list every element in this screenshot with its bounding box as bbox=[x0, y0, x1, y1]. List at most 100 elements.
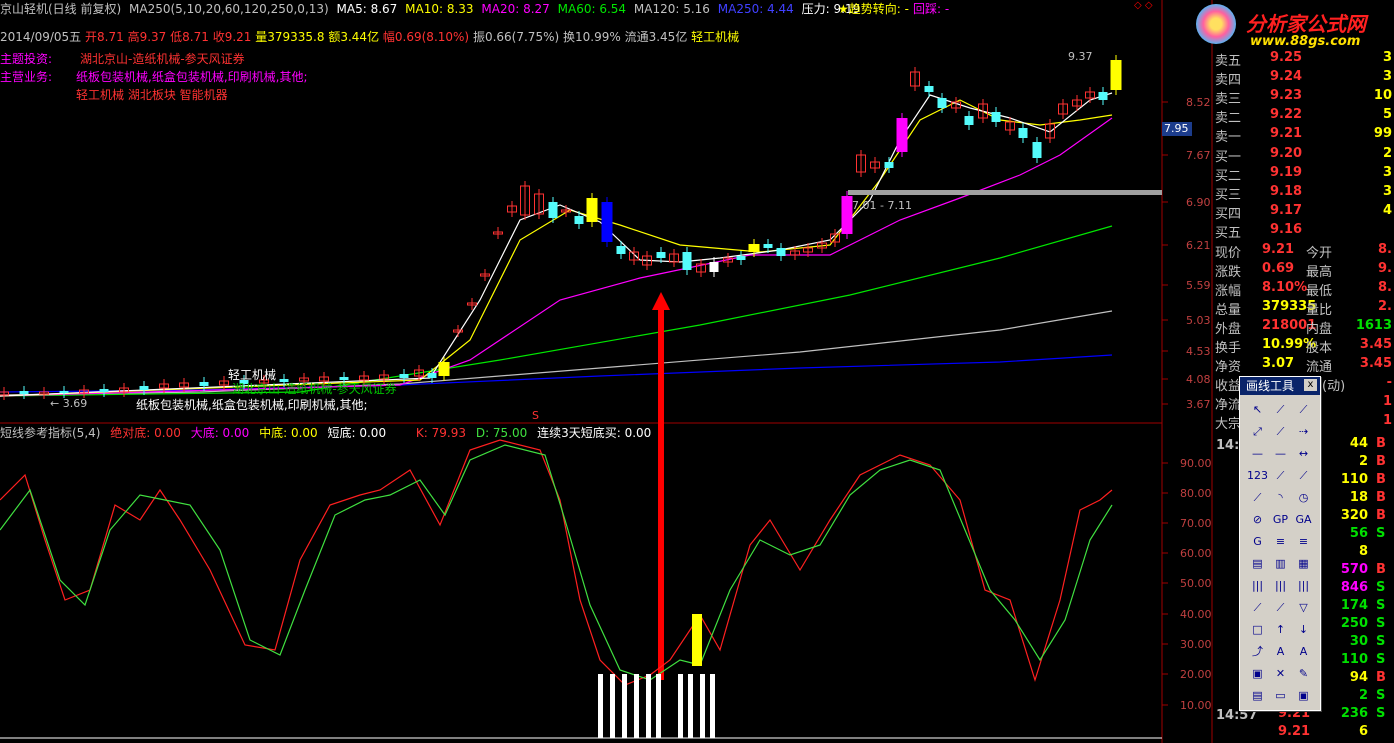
annot-theme: 湖北京山-造纸机械-参天风证券 bbox=[232, 382, 397, 396]
order-book-row[interactable]: 卖二 9.22 5 bbox=[1214, 107, 1394, 126]
order-book-row[interactable]: 卖一 9.21 99 bbox=[1214, 126, 1394, 145]
stats-label: 涨跌 bbox=[1215, 265, 1242, 280]
drawing-tool-button[interactable]: GP bbox=[1269, 509, 1292, 531]
order-book-row[interactable]: 买五 9.16 bbox=[1214, 222, 1394, 241]
ma5-value: MA5: 8.67 bbox=[336, 2, 398, 16]
drawing-tool-button[interactable]: ↔ bbox=[1292, 443, 1315, 465]
candle-body bbox=[1110, 60, 1122, 90]
drawing-tool-button[interactable]: ⟋ bbox=[1269, 399, 1292, 421]
drawing-tool-button[interactable]: ↖ bbox=[1246, 399, 1269, 421]
info-high: 高9.37 bbox=[127, 30, 167, 44]
drawing-tool-button[interactable]: ≡ bbox=[1269, 531, 1292, 553]
price-axis-ticks bbox=[1162, 101, 1168, 706]
drawing-tool-button[interactable]: — bbox=[1269, 443, 1292, 465]
tick-volume: 30 bbox=[1349, 634, 1368, 649]
annot-business: 纸板包装机械,纸盒包装机械,印刷机械,其他; bbox=[136, 398, 368, 412]
order-book-row[interactable]: 买四 9.17 4 bbox=[1214, 203, 1394, 222]
ma250-line bbox=[0, 354, 1113, 393]
drawing-tool-button[interactable]: □ bbox=[1246, 619, 1269, 641]
drawing-tool-button[interactable]: ⟋ bbox=[1269, 465, 1292, 487]
drawing-tool-button[interactable]: ▤ bbox=[1246, 685, 1269, 707]
order-book-row[interactable]: 买一 9.20 2 bbox=[1214, 146, 1394, 165]
order-volume: 3 bbox=[1382, 184, 1392, 199]
drawing-tool-button[interactable]: ▽ bbox=[1292, 597, 1315, 619]
drawing-tool-button[interactable]: ||| bbox=[1246, 575, 1269, 597]
price-axis-label: 5.03 bbox=[1186, 314, 1211, 327]
range-label: 7.01 - 7.11 bbox=[852, 199, 912, 212]
ma10-value: MA10: 8.33 bbox=[405, 2, 474, 16]
low-label: ← 3.69 bbox=[50, 397, 88, 410]
drawing-tool-button[interactable]: A bbox=[1292, 641, 1315, 663]
order-price: 9.24 bbox=[1270, 69, 1303, 84]
drawing-tool-button[interactable]: ↑ bbox=[1269, 619, 1292, 641]
price-axis-label: 6.90 bbox=[1186, 196, 1211, 209]
info-turnover: 换10.99% bbox=[563, 30, 621, 44]
drawing-tool-button[interactable]: ▣ bbox=[1292, 685, 1315, 707]
drawing-tool-button[interactable]: ||| bbox=[1269, 575, 1292, 597]
candle-body bbox=[574, 216, 584, 224]
order-book-row[interactable]: 买三 9.18 3 bbox=[1214, 184, 1394, 203]
stats-label: 最低 bbox=[1306, 284, 1333, 299]
drawing-tool-button[interactable]: ◷ bbox=[1292, 487, 1315, 509]
drawing-tool-button[interactable]: ▥ bbox=[1269, 553, 1292, 575]
tick-side: B bbox=[1376, 436, 1386, 451]
drawing-tool-button[interactable]: ⟋ bbox=[1292, 399, 1315, 421]
drawing-tool-button[interactable]: ⊘ bbox=[1246, 509, 1269, 531]
chart-canvas[interactable] bbox=[0, 0, 1394, 743]
drawing-tool-button[interactable]: 123 bbox=[1246, 465, 1269, 487]
drawing-tool-button[interactable]: ⤴ bbox=[1246, 641, 1269, 663]
ma10-line bbox=[0, 99, 1113, 397]
tick-side: B bbox=[1376, 490, 1386, 505]
drawing-tool-button[interactable]: ▤ bbox=[1246, 553, 1269, 575]
indicator-axis-label: 60.00 bbox=[1180, 547, 1212, 560]
order-book-row[interactable]: 卖四 9.24 3 bbox=[1214, 69, 1394, 88]
info-amount: 额3.44亿 bbox=[328, 30, 380, 44]
stock-title: 京山轻机(日线 前复权) bbox=[0, 2, 122, 16]
tick-side: S bbox=[1376, 652, 1386, 667]
stats-value: - bbox=[1386, 375, 1392, 390]
drawing-tool-button[interactable]: ⟋ bbox=[1269, 421, 1292, 443]
drawing-tool-button[interactable]: ▦ bbox=[1292, 553, 1315, 575]
stats-label: 股本 bbox=[1306, 341, 1333, 356]
drawing-tool-button[interactable]: ▭ bbox=[1269, 685, 1292, 707]
stats-value: 2. bbox=[1378, 299, 1392, 314]
order-book-row[interactable]: 买二 9.19 3 bbox=[1214, 165, 1394, 184]
drawing-tool-button[interactable]: ⤢ bbox=[1246, 421, 1269, 443]
order-label: 卖五 bbox=[1215, 54, 1242, 69]
tick-side: B bbox=[1376, 472, 1386, 487]
candle-body bbox=[601, 202, 613, 242]
drawing-tool-button[interactable]: G bbox=[1246, 531, 1269, 553]
candles bbox=[0, 55, 1122, 400]
drawing-tool-button[interactable]: — bbox=[1246, 443, 1269, 465]
drawing-tool-button[interactable]: ⇢ bbox=[1292, 421, 1315, 443]
drawing-toolbox[interactable]: 画线工具 x ↖ ⟋ ⟋⤢ ⟋ ⇢— — ↔123 ⟋ ⟋⟋ ◝ ◷⊘ GP GAG ≡ ≡▤ ▥ ▦||| ||… bbox=[1239, 376, 1321, 711]
drawing-tool-button[interactable]: ✕ bbox=[1269, 663, 1292, 685]
order-book-row[interactable]: 卖五 9.25 3 bbox=[1214, 50, 1394, 69]
order-volume: 3 bbox=[1382, 69, 1392, 84]
drawing-tool-button[interactable]: ⟋ bbox=[1246, 487, 1269, 509]
drawing-tool-button[interactable]: ↓ bbox=[1292, 619, 1315, 641]
drawing-tool-button[interactable]: ⟋ bbox=[1292, 465, 1315, 487]
drawing-tool-button[interactable]: ⟋ bbox=[1246, 597, 1269, 619]
drawing-tool-button[interactable]: ▣ bbox=[1246, 663, 1269, 685]
close-icon[interactable]: x bbox=[1304, 379, 1317, 391]
order-book-row[interactable]: 卖三 9.23 10 bbox=[1214, 88, 1394, 107]
candle-body bbox=[586, 198, 598, 222]
tick-side: B bbox=[1376, 454, 1386, 469]
diamond-icon[interactable]: ◇ ◇ bbox=[1134, 0, 1153, 11]
info-line: 2014/09/05五 开8.71 高9.37 低8.71 收9.21 量379… bbox=[0, 28, 739, 45]
drawing-tool-button[interactable]: ⟋ bbox=[1269, 597, 1292, 619]
order-volume: 2 bbox=[1382, 146, 1392, 161]
drawing-tool-button[interactable]: ≡ bbox=[1292, 531, 1315, 553]
drawing-tool-button[interactable]: GA bbox=[1292, 509, 1315, 531]
ma60-value: MA60: 6.54 bbox=[557, 2, 627, 16]
indicator-k: K: 79.93 bbox=[415, 426, 466, 440]
drawing-tool-button[interactable]: ✎ bbox=[1292, 663, 1315, 685]
drawing-tool-button[interactable]: ||| bbox=[1292, 575, 1315, 597]
tick-volume: 174 bbox=[1340, 598, 1368, 613]
order-volume: 3 bbox=[1382, 165, 1392, 180]
drawing-tool-button[interactable]: ◝ bbox=[1269, 487, 1292, 509]
drawing-tool-button[interactable]: A bbox=[1269, 641, 1292, 663]
stats-label: 净资 bbox=[1215, 360, 1242, 375]
tick-side: S bbox=[1376, 616, 1386, 631]
